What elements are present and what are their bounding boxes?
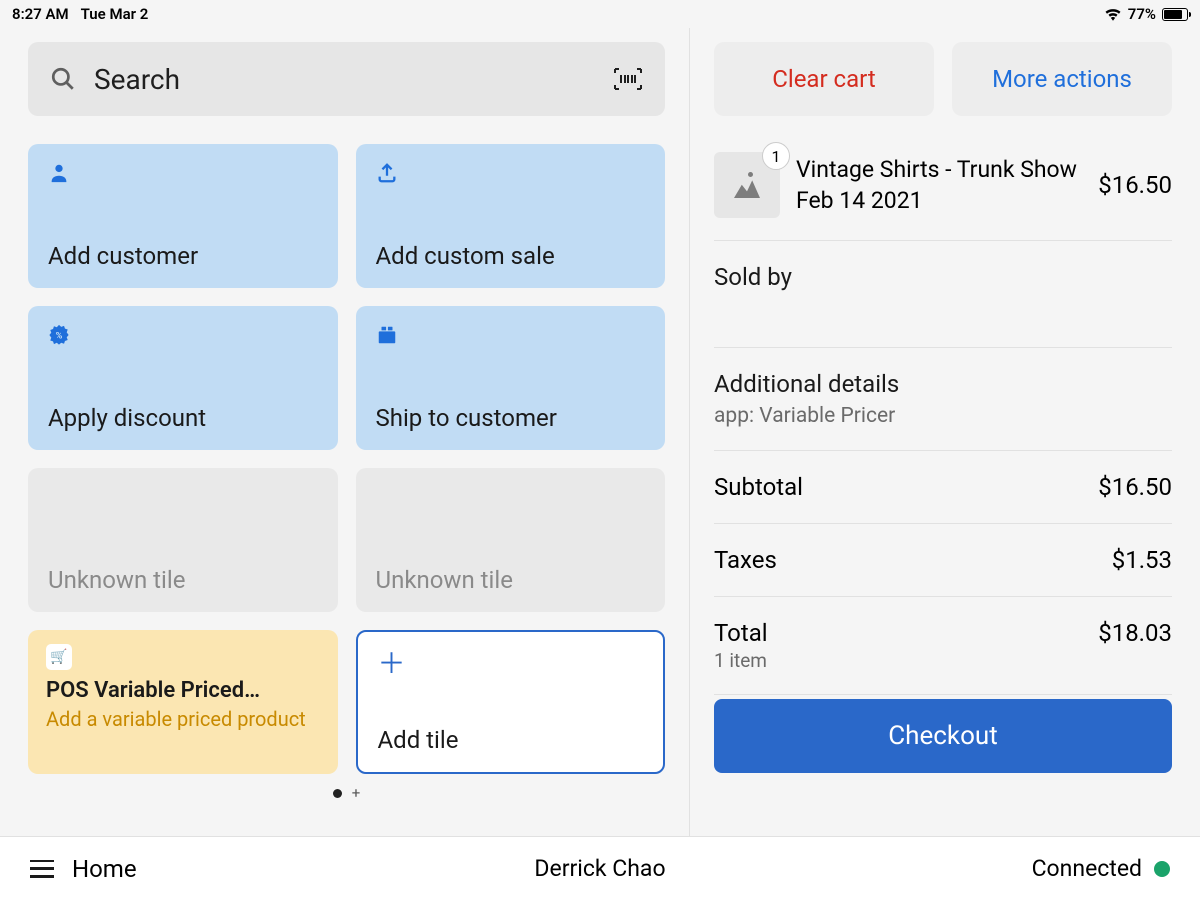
tile-subtitle: Add a variable priced product <box>46 707 320 732</box>
discount-icon: % <box>48 324 70 346</box>
status-dot-icon <box>1154 861 1170 877</box>
cart-qty-badge: 1 <box>762 142 790 170</box>
sold-by-section[interactable]: Sold by <box>714 241 1172 348</box>
status-date: Tue Mar 2 <box>81 5 149 23</box>
cart-item[interactable]: 1 Vintage Shirts - Trunk Show Feb 14 202… <box>714 144 1172 241</box>
tile-label: Ship to customer <box>376 404 646 432</box>
tile-add-custom-sale[interactable]: Add custom sale <box>356 144 666 288</box>
subtotal-label: Subtotal <box>714 473 803 501</box>
menu-icon[interactable] <box>30 860 54 878</box>
right-panel: Clear cart More actions 1 Vintage Shirts… <box>690 28 1200 836</box>
add-page-icon[interactable]: + <box>352 784 361 802</box>
tile-unknown[interactable]: Unknown tile <box>28 468 338 612</box>
tile-unknown[interactable]: Unknown tile <box>356 468 666 612</box>
taxes-row[interactable]: Taxes $1.53 <box>714 524 1172 597</box>
sold-by-label: Sold by <box>714 263 1172 291</box>
status-time: 8:27 AM <box>12 5 69 23</box>
tile-apply-discount[interactable]: % Apply discount <box>28 306 338 450</box>
total-label: Total <box>714 619 768 647</box>
clear-cart-button[interactable]: Clear cart <box>714 42 934 116</box>
tile-label: Apply discount <box>48 404 318 432</box>
taxes-value: $1.53 <box>1112 546 1172 574</box>
search-bar[interactable]: Search <box>28 42 665 116</box>
tile-label: Unknown tile <box>376 566 646 594</box>
plus-icon: ＋ <box>378 650 644 678</box>
total-items: 1 item <box>714 649 768 672</box>
checkout-button[interactable]: Checkout <box>714 699 1172 773</box>
left-panel: Search Add customer Add custom sale % Ap… <box>0 28 690 836</box>
additional-details-label: Additional details <box>714 370 1172 398</box>
cart-item-price: $16.50 <box>1098 171 1172 199</box>
person-icon <box>48 162 70 184</box>
taxes-label: Taxes <box>714 546 777 574</box>
cart-item-name: Vintage Shirts - Trunk Show Feb 14 2021 <box>796 154 1082 216</box>
upload-icon <box>376 162 398 184</box>
tile-label: Add tile <box>378 726 644 754</box>
page-indicator[interactable]: + <box>28 784 665 802</box>
subtotal-value: $16.50 <box>1098 473 1172 501</box>
battery-icon <box>1162 8 1188 21</box>
wifi-icon <box>1104 7 1122 21</box>
page-dot-active <box>333 789 342 798</box>
search-icon <box>50 66 76 92</box>
subtotal-row: Subtotal $16.50 <box>714 451 1172 524</box>
tile-add-tile[interactable]: ＋ Add tile <box>356 630 666 774</box>
barcode-icon[interactable] <box>613 67 643 91</box>
tile-label: Add custom sale <box>376 242 646 270</box>
tile-label: Unknown tile <box>48 566 318 594</box>
tile-add-customer[interactable]: Add customer <box>28 144 338 288</box>
tile-label: Add customer <box>48 242 318 270</box>
additional-details-section[interactable]: Additional details app: Variable Pricer <box>714 348 1172 451</box>
search-placeholder: Search <box>94 63 613 96</box>
home-label[interactable]: Home <box>72 855 137 883</box>
additional-details-sub: app: Variable Pricer <box>714 404 1172 428</box>
svg-text:%: % <box>56 332 63 342</box>
connection-status: Connected <box>1032 855 1142 882</box>
total-row: Total 1 item $18.03 <box>714 597 1172 695</box>
product-image-placeholder: 1 <box>714 152 780 218</box>
package-icon <box>376 324 398 346</box>
total-value: $18.03 <box>1098 619 1172 647</box>
bottom-bar: Home Derrick Chao Connected <box>0 836 1200 900</box>
tile-ship-to-customer[interactable]: Ship to customer <box>356 306 666 450</box>
user-name[interactable]: Derrick Chao <box>410 855 790 882</box>
status-bar: 8:27 AM Tue Mar 2 77% <box>0 0 1200 28</box>
app-icon: 🛒 <box>46 644 72 670</box>
more-actions-button[interactable]: More actions <box>952 42 1172 116</box>
tile-pos-variable-priced[interactable]: 🛒 POS Variable Priced… Add a variable pr… <box>28 630 338 774</box>
tile-title: POS Variable Priced… <box>46 678 320 703</box>
status-battery-pct: 77% <box>1128 5 1156 23</box>
